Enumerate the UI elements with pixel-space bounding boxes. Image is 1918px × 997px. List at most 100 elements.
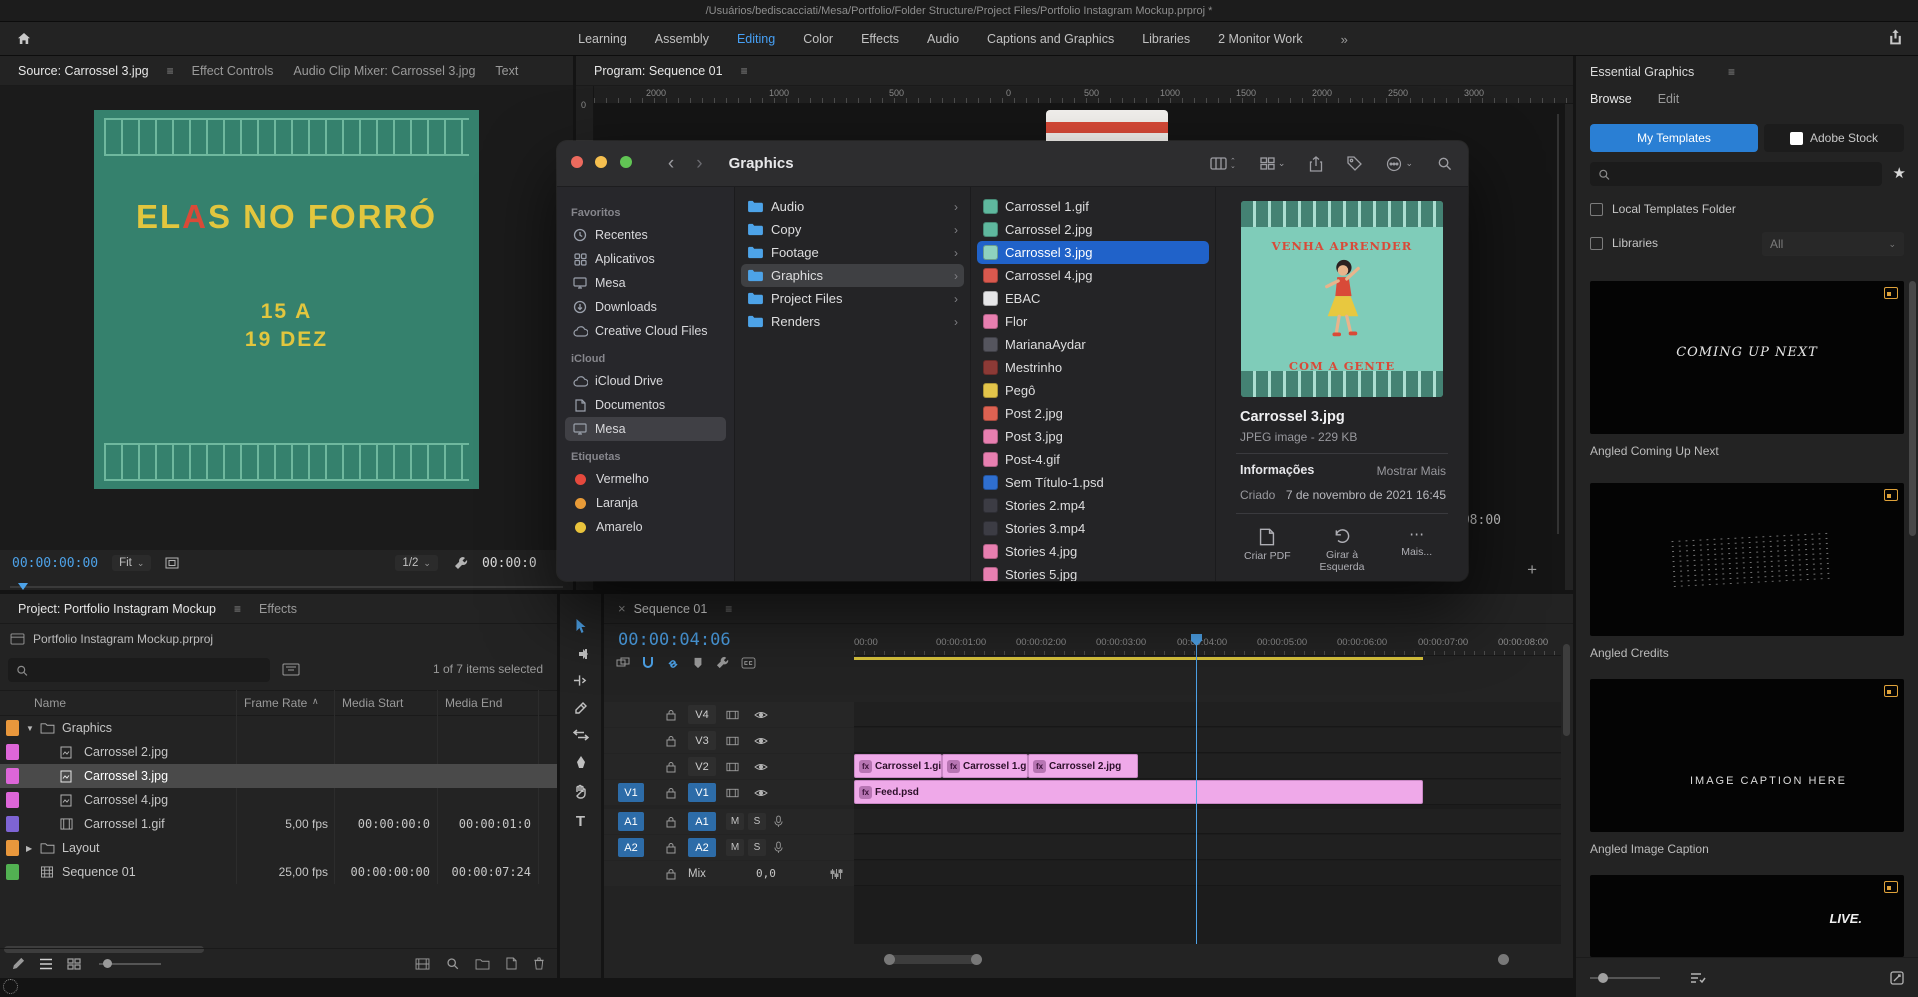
close-tab-icon[interactable]: × [612,601,632,616]
file-row[interactable]: Post 2.jpg [977,402,1209,425]
sidebar-item-aplicativos[interactable]: Aplicativos [565,247,726,271]
track-lane-a1[interactable] [854,809,1561,834]
clip-carrossel1-gif-a[interactable]: fx Carrossel 1.gi [854,754,942,778]
sort-filter-icon[interactable] [1690,972,1706,984]
sidebar-item-mesa-favorites[interactable]: Mesa [565,271,726,295]
snap-icon[interactable] [642,656,654,669]
eye-icon[interactable] [754,736,768,746]
file-row[interactable]: Sem Título-1.psd [977,471,1209,494]
workspace-tab-captions-and-graphics[interactable]: Captions and Graphics [975,22,1126,56]
icon-view-button[interactable] [67,957,81,970]
sidebar-item-mesa-icloud[interactable]: Mesa [565,417,726,441]
source-patch-a2[interactable]: A2 [618,838,644,857]
timeline-timecode[interactable]: 00:00:04:06 [618,630,731,650]
tab-audio-clip-mixer[interactable]: Audio Clip Mixer: Carrossel 3.jpg [283,56,485,86]
playhead[interactable] [1196,634,1197,944]
panel-menu-icon[interactable]: ≡ [1728,65,1735,79]
tab-program[interactable]: Program: Sequence 01 [584,56,733,86]
track-lane-v4[interactable] [854,702,1561,727]
clear-trash-icon[interactable] [533,957,545,970]
solo-button[interactable]: S [748,813,766,830]
file-row[interactable]: EBAC [977,287,1209,310]
finder-search-button[interactable] [1437,156,1452,171]
lock-icon[interactable] [666,816,676,828]
track-output-icon[interactable] [726,788,739,798]
file-row[interactable]: Flor [977,310,1209,333]
clip-carrossel1-gif-b[interactable]: fx Carrossel 1.gi [942,754,1028,778]
work-area-bar[interactable] [854,657,1423,660]
file-row[interactable]: Stories 2.mp4 [977,494,1209,517]
hand-tool[interactable] [574,784,588,799]
scrubber-playhead[interactable] [18,583,28,590]
panel-menu-icon[interactable]: ≡ [159,64,182,78]
program-scrollbar[interactable] [1557,114,1559,534]
voiceover-mic-icon[interactable] [774,815,783,828]
workspace-overflow-chevrons[interactable]: » [1337,32,1352,47]
clip-carrossel2-jpg[interactable]: fx Carrossel 2.jpg [1028,754,1138,778]
my-templates-button[interactable]: My Templates [1590,124,1758,152]
panel-menu-icon[interactable]: ≡ [733,64,756,78]
tags-button[interactable] [1347,156,1363,171]
twirl-icon[interactable]: ▶ [26,844,32,853]
nest-toggle-icon[interactable] [616,657,630,669]
create-pdf-button[interactable]: Criar PDF [1230,528,1305,573]
track-lane-a2[interactable] [854,835,1561,860]
lock-icon[interactable] [666,709,676,721]
label-color-chip[interactable] [6,744,19,760]
track-header-mix[interactable]: Mix 0,0 [604,861,854,886]
local-templates-filter[interactable]: Local Templates Folder [1590,202,1736,216]
sidebar-item-recentes[interactable]: Recentes [565,223,726,247]
tab-browse[interactable]: Browse [1590,92,1632,106]
selection-tool[interactable] [573,618,588,634]
lock-icon[interactable] [666,735,676,747]
preview-thumbnail[interactable]: VENHA APRENDER COM A GENTE [1241,201,1443,397]
track-label[interactable]: V3 [688,731,716,750]
track-label[interactable]: A2 [688,838,716,857]
template-label[interactable]: Angled Coming Up Next [1590,444,1719,458]
lock-icon[interactable] [666,842,676,854]
source-timecode[interactable]: 00:00:00:00 [12,556,98,571]
track-label[interactable]: V4 [688,705,716,724]
slider-knob[interactable] [103,958,112,968]
project-search-input[interactable] [34,663,262,677]
column-header-media-start[interactable]: Media Start [342,696,403,710]
label-color-chip[interactable] [6,792,19,808]
finder-window[interactable]: ‹ › Graphics ⌃ ⌄ ⌄ ⌄ Favoritos Recentes … [557,141,1468,581]
eye-icon[interactable] [754,762,768,772]
share-button[interactable] [1309,155,1323,172]
lock-icon[interactable] [666,868,676,880]
forward-button[interactable]: › [696,153,702,175]
file-row[interactable]: Carrossel 2.jpg [977,218,1209,241]
template-thumbnail-image-caption[interactable]: IMAGE CAPTION HERE [1590,679,1904,832]
timeline-ruler[interactable]: 00:00 00:00:01:00 00:00:02:00 00:00:03:0… [854,634,1561,656]
templates-search-box[interactable] [1590,162,1882,186]
project-row-carrossel1-gif[interactable]: Carrossel 1.gif 5,00 fps 00:00:00:0 00:0… [0,812,557,836]
tab-edit[interactable]: Edit [1658,92,1680,106]
thumbnail-size-slider[interactable] [1590,972,1660,983]
slip-tool[interactable] [572,729,589,741]
safe-margins-icon[interactable] [165,557,179,569]
eye-icon[interactable] [754,710,768,720]
track-header-v4[interactable]: V4 [604,702,854,727]
project-row-carrossel2[interactable]: Carrossel 2.jpg [0,740,557,764]
timeline-vertical-scrollbar[interactable] [1563,644,1570,736]
captions-icon[interactable] [741,656,756,669]
add-marker-icon[interactable] [692,657,704,669]
zoom-handle-right[interactable] [971,954,982,965]
folder-row-graphics[interactable]: Graphics › [741,264,964,287]
workspace-tab-2-monitor-work[interactable]: 2 Monitor Work [1206,22,1315,56]
adobe-stock-button[interactable]: Adobe Stock [1764,124,1904,152]
solo-button[interactable]: S [748,839,766,856]
list-view-button[interactable] [39,958,53,970]
file-row[interactable]: Carrossel 1.gif [977,195,1209,218]
more-actions-button[interactable]: ⋯ Mais... [1379,527,1454,573]
column-header-media-end[interactable]: Media End [445,696,502,710]
ripple-edit-tool[interactable] [573,674,588,687]
track-header-v1[interactable]: V1 V1 [604,780,854,805]
sidebar-item-tag-laranja[interactable]: Laranja [565,491,726,515]
workspace-tab-audio[interactable]: Audio [915,22,971,56]
column-header-name[interactable]: Name [34,696,66,710]
track-select-tool[interactable] [573,648,589,660]
twirl-icon[interactable]: ▼ [26,724,34,733]
track-header-v2[interactable]: V2 [604,754,854,779]
